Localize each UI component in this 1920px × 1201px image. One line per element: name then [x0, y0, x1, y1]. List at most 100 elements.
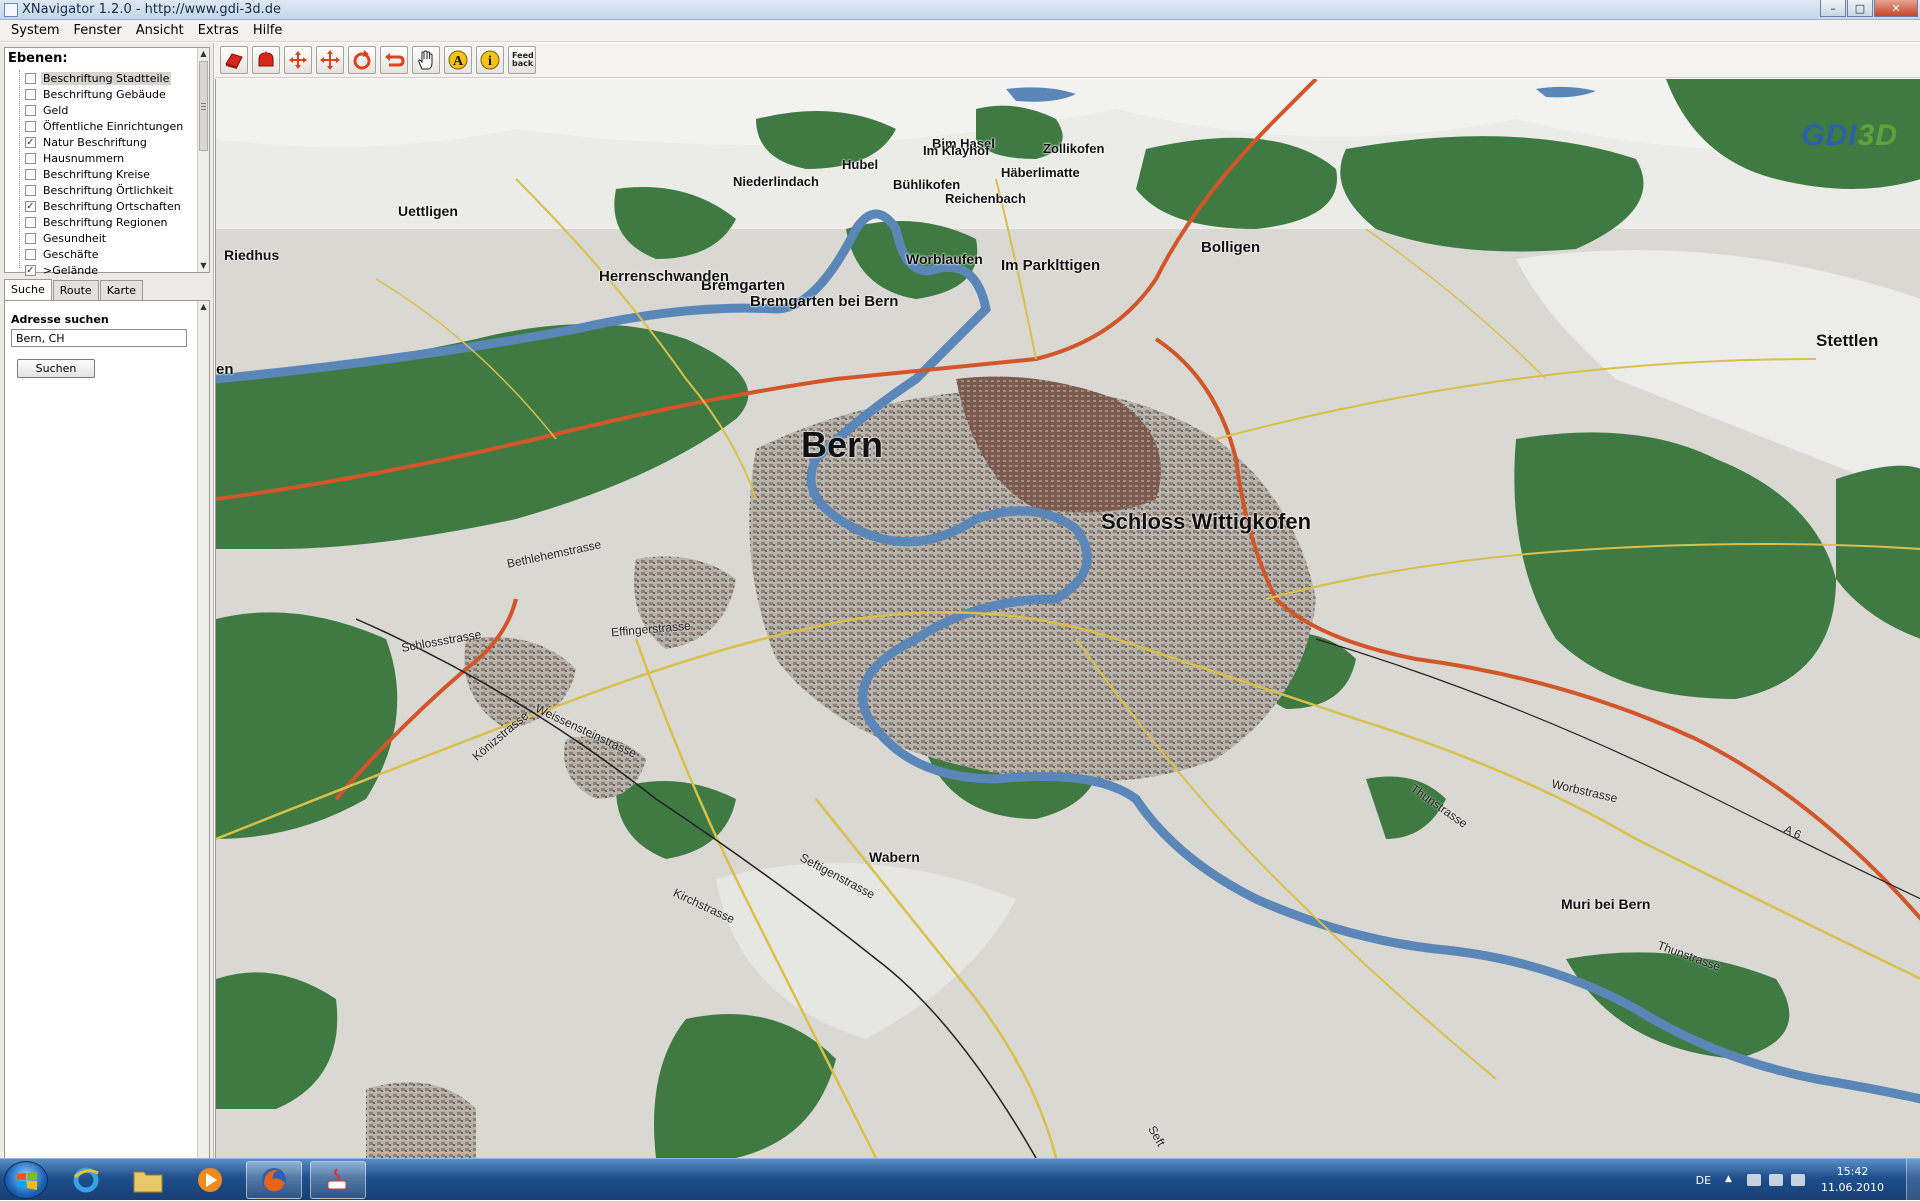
language-indicator[interactable]: DE [1696, 1174, 1711, 1187]
scroll-down-icon[interactable]: ▼ [198, 260, 209, 272]
layer-checkbox[interactable] [25, 88, 36, 100]
taskbar-ie[interactable] [58, 1161, 114, 1199]
maximize-button[interactable]: □ [1847, 0, 1873, 17]
layer-label: Geld [43, 103, 69, 117]
layer-item[interactable]: Gesundheit [19, 230, 197, 246]
media-player-icon [198, 1168, 222, 1192]
info-tool-button[interactable]: i [476, 46, 504, 74]
layer-label: Beschriftung Ortschaften [43, 199, 181, 213]
place-label: Bremgarten bei Bern [750, 293, 899, 310]
menu-hilfe[interactable]: Hilfe [246, 23, 290, 38]
place-label: Niederlindach [733, 174, 819, 189]
minimize-button[interactable]: – [1820, 0, 1846, 17]
layer-checkbox[interactable] [25, 216, 36, 228]
layer-item[interactable]: ✓ >Gelände [19, 262, 197, 278]
layer-label: Beschriftung Kreise [43, 167, 150, 181]
tray-expand-icon[interactable]: ▲ [1725, 1174, 1739, 1186]
layer-item[interactable]: Öffentliche Einrichtungen [19, 118, 197, 134]
layer-checkbox[interactable]: ✓ [25, 264, 36, 276]
layer-item[interactable]: ✓ Beschriftung Ortschaften [19, 198, 197, 214]
scroll-up-icon[interactable]: ▲ [198, 301, 209, 313]
scroll-thumb[interactable] [199, 61, 208, 151]
rotate-tool-button[interactable] [348, 46, 376, 74]
search-panel-scrollbar[interactable]: ▲ ▼ [197, 301, 209, 1195]
tab-route[interactable]: Route [52, 280, 99, 300]
menu-ansicht[interactable]: Ansicht [129, 23, 191, 38]
hand-icon [418, 50, 433, 70]
layer-label: Natur Beschriftung [43, 135, 147, 149]
place-label: Bühlikofen [893, 177, 961, 192]
tab-suche[interactable]: Suche [4, 279, 52, 300]
layer-checkbox[interactable] [25, 104, 36, 116]
layer-checkbox[interactable] [25, 120, 36, 132]
move-icon [225, 53, 243, 69]
map-view[interactable]: GDI3D Bern Schloss Wittigkofen Stettlen … [215, 79, 1920, 1158]
layer-item[interactable]: Beschriftung Örtlichkeit [19, 182, 197, 198]
pan-tool-button[interactable] [284, 46, 312, 74]
address-input[interactable] [11, 329, 187, 347]
layer-checkbox[interactable] [25, 184, 36, 196]
layer-checkbox[interactable] [25, 248, 36, 260]
tab-karte[interactable]: Karte [99, 280, 144, 300]
flag-icon[interactable] [1747, 1174, 1762, 1186]
layer-checkbox[interactable] [25, 232, 36, 244]
menu-system[interactable]: System [4, 23, 66, 38]
menu-extras[interactable]: Extras [191, 23, 246, 38]
undo-tool-button[interactable] [380, 46, 408, 74]
label-icon: A [448, 50, 468, 70]
zoom-tool-button[interactable] [316, 46, 344, 74]
layers-scrollbar[interactable]: ▲ ▼ [197, 48, 209, 272]
layer-checkbox[interactable]: ✓ [25, 136, 36, 148]
hand-tool-button[interactable] [412, 46, 440, 74]
place-label: Worblaufen [906, 251, 983, 267]
network-icon[interactable] [1769, 1174, 1784, 1186]
speaker-icon[interactable] [1791, 1174, 1806, 1186]
layer-label: Hausnummern [43, 151, 125, 165]
feedback-icon: Feed back [512, 51, 534, 68]
layer-item[interactable]: Hausnummern [19, 150, 197, 166]
menu-fenster[interactable]: Fenster [66, 23, 128, 38]
place-label: Reichenbach [945, 191, 1026, 206]
search-button[interactable]: Suchen [17, 359, 95, 378]
label-tool-button[interactable]: A [444, 46, 472, 74]
layer-checkbox[interactable] [25, 168, 36, 180]
system-tray: DE ▲ 15:42 11.06.2010 [1696, 1159, 1920, 1201]
taskbar-explorer[interactable] [120, 1161, 176, 1199]
layer-item[interactable]: Beschriftung Kreise [19, 166, 197, 182]
taskbar-firefox[interactable] [246, 1161, 302, 1199]
layer-item[interactable]: Geschäfte [19, 246, 197, 262]
place-label: Bern [801, 424, 884, 465]
windows-taskbar: DE ▲ 15:42 11.06.2010 [0, 1158, 1920, 1201]
search-tab-panel: Adresse suchen Suchen ▲ ▼ [4, 300, 210, 1196]
layer-label: Beschriftung Gebäude [43, 87, 166, 101]
layer-item[interactable]: Beschriftung Regionen [19, 214, 197, 230]
scroll-up-icon[interactable]: ▲ [198, 48, 209, 60]
layer-list: Beschriftung Stadtteile Beschriftung Gebä… [19, 70, 197, 278]
zoom-icon [320, 50, 340, 70]
logo-text-3d: 3D [1857, 119, 1898, 152]
layer-item[interactable]: Geld [19, 102, 197, 118]
show-desktop-button[interactable] [1906, 1159, 1920, 1201]
layer-item[interactable]: Beschriftung Stadtteile [19, 70, 197, 86]
place-label: Wabern [869, 849, 920, 865]
folder-icon [133, 1171, 163, 1193]
layer-item[interactable]: Beschriftung Gebäude [19, 86, 197, 102]
taskbar-java-xnavigator[interactable] [310, 1161, 366, 1199]
place-label: Stettlen [1816, 331, 1879, 350]
layer-checkbox[interactable] [25, 152, 36, 164]
close-button[interactable]: ✕ [1874, 0, 1918, 17]
map-toolbar: A i Feed back [215, 43, 1920, 78]
window-controls: – □ ✕ [1819, 0, 1918, 18]
panel-tabs: Suche Route Karte [4, 279, 144, 300]
layer-label: Beschriftung Örtlichkeit [43, 183, 173, 197]
layer-checkbox[interactable] [25, 72, 36, 84]
clock[interactable]: 15:42 11.06.2010 [1821, 1164, 1884, 1196]
tilt-tool-button[interactable] [252, 46, 280, 74]
taskbar-media-player[interactable] [182, 1161, 238, 1199]
layer-item[interactable]: ✓ Natur Beschriftung [19, 134, 197, 150]
move-tool-button[interactable] [220, 46, 248, 74]
start-button[interactable] [4, 1161, 48, 1199]
feedback-button[interactable]: Feed back [508, 46, 536, 74]
layer-checkbox[interactable]: ✓ [25, 200, 36, 212]
place-label: Häberlimatte [1001, 165, 1080, 180]
